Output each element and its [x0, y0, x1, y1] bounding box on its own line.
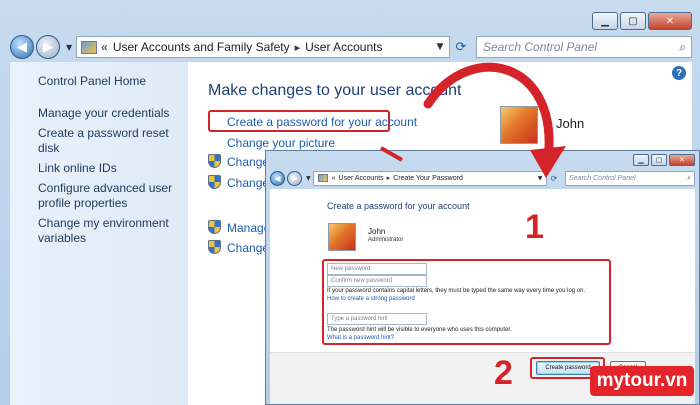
- refresh-icon[interactable]: ⟳: [547, 171, 561, 185]
- user-role: Administrator: [368, 237, 404, 243]
- shield-icon: [208, 175, 221, 189]
- control-panel-icon: [317, 174, 328, 182]
- breadcrumb-user-accounts-family-safety[interactable]: User Accounts and Family Safety: [113, 40, 290, 54]
- avatar: [328, 223, 356, 251]
- window-controls: ▁ ▢ ✕: [590, 12, 692, 30]
- breadcrumb-user-accounts[interactable]: User Accounts: [339, 175, 384, 182]
- maximize-icon[interactable]: ▢: [651, 154, 667, 166]
- search-box[interactable]: Search Control Panel ⌕: [476, 36, 692, 58]
- back-button[interactable]: ◀: [10, 35, 34, 59]
- strong-password-link[interactable]: How to create a strong password: [327, 296, 415, 302]
- step-2-label: 2: [494, 354, 513, 392]
- step-1-label: 1: [525, 208, 544, 246]
- password-hint-link[interactable]: What is a password hint?: [327, 335, 394, 341]
- recent-pages-chevron-icon[interactable]: ▼: [306, 175, 311, 182]
- navigation-bar: ◀ ▶ ▼ « User Accounts and Family Safety …: [10, 33, 692, 61]
- new-password-input[interactable]: New password: [327, 263, 427, 275]
- manage-link[interactable]: Manage: [227, 221, 270, 235]
- breadcrumb-separator-icon[interactable]: ▸: [387, 174, 391, 182]
- user-name: John: [556, 116, 585, 131]
- refresh-icon[interactable]: ⟳: [450, 36, 472, 58]
- back-button[interactable]: ◀: [270, 170, 285, 186]
- shield-icon: [208, 154, 221, 168]
- address-dropdown-icon[interactable]: ▼: [431, 42, 449, 52]
- recent-pages-chevron-icon[interactable]: ▼: [66, 43, 72, 52]
- close-icon[interactable]: ✕: [669, 154, 695, 166]
- shield-icon: [208, 240, 221, 254]
- change-link-3[interactable]: Change: [227, 241, 269, 255]
- search-input[interactable]: Search Control Panel: [483, 40, 597, 54]
- confirm-password-input[interactable]: Confirm new password: [327, 275, 427, 287]
- hint-note: The password hint will be visible to eve…: [327, 327, 512, 333]
- search-box[interactable]: Search Control Panel ⌕: [565, 170, 695, 186]
- forward-button[interactable]: ▶: [36, 35, 60, 59]
- breadcrumb-separator-icon[interactable]: ▸: [295, 41, 301, 54]
- password-hint-input[interactable]: Type a password hint: [327, 313, 427, 325]
- close-icon[interactable]: ✕: [648, 12, 692, 30]
- navigation-bar: ◀ ▶ ▼ « User Accounts ▸ Create Your Pass…: [270, 169, 695, 187]
- left-task-pane: Control Panel Home Manage your credentia…: [10, 62, 188, 405]
- change-link-1[interactable]: Change: [227, 155, 269, 169]
- search-icon[interactable]: ⌕: [687, 174, 691, 183]
- breadcrumb-user-accounts[interactable]: User Accounts: [305, 40, 382, 54]
- control-panel-icon: [81, 40, 98, 54]
- change-link-2[interactable]: Change: [227, 176, 269, 190]
- minimize-icon[interactable]: ▁: [592, 12, 618, 30]
- password-reset-disk-link[interactable]: Create a password reset disk: [38, 126, 188, 156]
- dialog-title: Create a password for your account: [327, 201, 470, 211]
- link-online-ids-link[interactable]: Link online IDs: [38, 161, 188, 176]
- caps-note: If your password contains capital letter…: [327, 288, 586, 294]
- avatar: [500, 106, 538, 144]
- mytour-logo: mytour.vn: [590, 366, 694, 396]
- help-icon[interactable]: ?: [672, 66, 686, 80]
- address-bar[interactable]: « User Accounts ▸ Create Your Password ▼: [312, 170, 547, 186]
- maximize-icon[interactable]: ▢: [620, 12, 646, 30]
- minimize-icon[interactable]: ▁: [633, 154, 649, 166]
- search-icon[interactable]: ⌕: [679, 40, 686, 55]
- address-dropdown-icon[interactable]: ▼: [534, 175, 546, 182]
- breadcrumb-prefix[interactable]: «: [332, 175, 336, 182]
- create-password-link[interactable]: Create a password for your account: [227, 115, 417, 129]
- change-picture-link[interactable]: Change your picture: [227, 136, 335, 150]
- window-controls: ▁ ▢ ✕: [631, 154, 695, 166]
- breadcrumb-prefix[interactable]: «: [101, 40, 108, 54]
- page-title: Make changes to your user account: [208, 82, 462, 99]
- forward-button[interactable]: ▶: [287, 170, 302, 186]
- user-card: John: [480, 106, 650, 150]
- search-input[interactable]: Search Control Panel: [569, 175, 636, 182]
- shield-icon: [208, 220, 221, 234]
- advanced-profile-link[interactable]: Configure advanced user profile properti…: [38, 181, 173, 211]
- environment-variables-link[interactable]: Change my environment variables: [38, 216, 173, 246]
- title-bar: ▁ ▢ ✕: [0, 0, 700, 32]
- breadcrumb-create-your-password[interactable]: Create Your Password: [393, 175, 463, 182]
- manage-credentials-link[interactable]: Manage your credentials: [38, 106, 188, 121]
- user-name: John: [368, 227, 386, 236]
- address-bar[interactable]: « User Accounts and Family Safety ▸ User…: [76, 36, 450, 58]
- control-panel-home-link[interactable]: Control Panel Home: [38, 74, 188, 89]
